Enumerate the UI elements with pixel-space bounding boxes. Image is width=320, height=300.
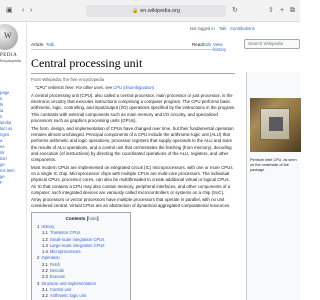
contents-item-label: Arithmetic logic unit (49, 293, 87, 299)
forward-icon[interactable]: › (30, 7, 32, 15)
contents-item-number: 3 (37, 280, 40, 286)
infobox: Pentium Intel CPU, as seen on the unders… (246, 72, 301, 214)
contents-item-label: Large-scale integration CPUs (49, 242, 105, 248)
lock-icon: 🔒 (132, 8, 139, 14)
cpu-chip-image[interactable] (250, 98, 301, 152)
chip-die (269, 117, 283, 131)
title-divider (31, 73, 235, 74)
contributions-link[interactable]: Contributions (230, 26, 255, 31)
search-input[interactable]: Search Wikipedia (244, 39, 300, 49)
contents-item-label: Operation (41, 255, 60, 261)
article-paragraph-5: Array processors or vector processors ha… (31, 197, 231, 209)
contents-list: 1 History 1.1 Transistor CPUs 1.2 Small-scale… (37, 224, 105, 300)
sidebar-divider (26, 22, 27, 300)
browser-toolbar: ▣ ‹ › 🔒 en.wikipedia.org ↻ ⇧ + ⧉ (0, 0, 300, 22)
page-title: Central processing unit (31, 56, 143, 70)
contents-item-label: Microprocessors (49, 249, 81, 255)
share-icon[interactable]: ⇧ (268, 7, 274, 15)
tab-view-history[interactable]: View history (213, 42, 226, 52)
article-paragraph-1: A central processing unit (CPU), also ca… (31, 93, 236, 123)
hatnote-link[interactable]: CPU (disambiguation) (113, 85, 154, 90)
globe-glyph: W (4, 31, 12, 40)
article-paragraph-3: Most modern CPUs are implemented on inte… (31, 165, 233, 183)
contents-item-number: 3.1 (42, 286, 48, 292)
contents-item-number: 2 (37, 255, 40, 261)
wikipedia-wordmark: PEDIA (0, 53, 18, 58)
contents-item-label: Small-scale integration CPUs (49, 236, 105, 242)
contents-item-number: 2.3 (42, 274, 48, 280)
contents-item-label: Decode (49, 268, 65, 274)
not-logged-in-label: Not logged in (190, 26, 215, 31)
from-wikipedia-note: From Wikipedia, the free encyclopedia (31, 77, 105, 82)
sidebar-toggle-icon[interactable]: ▣ (6, 7, 13, 15)
article-paragraph-2: The form, design, and implementation of … (31, 126, 234, 163)
contents-item-label: Control unit (49, 286, 72, 292)
contents-heading: Contents [hide] (65, 216, 99, 221)
wikipedia-tagline: Encyclopedia (0, 59, 21, 63)
contents-item-label: Execute (49, 274, 65, 280)
sidebar-nav: page s ts ia n ipedia tact us nges a es nk tion ge ms… (0, 90, 28, 186)
wikipedia-logo[interactable]: W (0, 24, 26, 54)
back-icon[interactable]: ‹ (22, 7, 24, 15)
talk-link[interactable]: Talk (219, 26, 226, 31)
contents-item-number: 1.2 (42, 236, 48, 242)
infobox-caption: Pentium Intel CPU, as seen on the unders… (250, 158, 297, 172)
contents-item-number: 1.1 (42, 230, 48, 236)
tab-edit[interactable]: Edit (203, 42, 211, 47)
hatnote-text: "CPU" redirects here. For other uses, se… (35, 85, 112, 90)
contents-item-label: Transistor CPUs (49, 230, 81, 236)
infobox-lower (246, 214, 300, 300)
table-of-contents: Contents [hide] 1 History 1.1 Transistor CP… (31, 212, 131, 300)
reload-icon[interactable]: ↻ (232, 7, 238, 15)
contents-item-label: Structure and implementation (41, 280, 97, 286)
contents-item-number: 1.4 (42, 249, 48, 255)
address-bar[interactable]: 🔒 en.wikipedia.org (86, 5, 226, 17)
tab-talk[interactable]: Talk (46, 42, 54, 47)
contents-item-number: 2.1 (42, 261, 48, 267)
tab-read[interactable]: Read (192, 42, 203, 47)
contents-item-label: History (41, 224, 55, 229)
hatnote: "CPU" redirects here. For other uses, se… (35, 85, 154, 90)
contents-item-label: Fetch (49, 261, 61, 267)
chip-package (260, 108, 290, 140)
article-paragraph-4: An IC that contains a CPU may also conta… (31, 184, 231, 196)
contents-item-number: 1 (37, 224, 40, 229)
sidebar-item[interactable]: F (0, 180, 28, 186)
tab-article[interactable]: Article (31, 42, 44, 48)
new-tab-icon[interactable]: + (280, 7, 284, 15)
contents-hide-link[interactable]: hide (88, 216, 97, 221)
tab-overview-icon[interactable]: ⧉ (290, 7, 295, 15)
contents-item-number: 3.2 (42, 293, 48, 299)
contents-title: Contents (65, 216, 86, 221)
contents-item-number: 2.2 (42, 268, 48, 274)
address-text: en.wikipedia.org (140, 8, 180, 14)
page-tabs: Article Talk Read Edit View history (31, 41, 226, 52)
contents-item-number: 1.3 (42, 242, 48, 248)
